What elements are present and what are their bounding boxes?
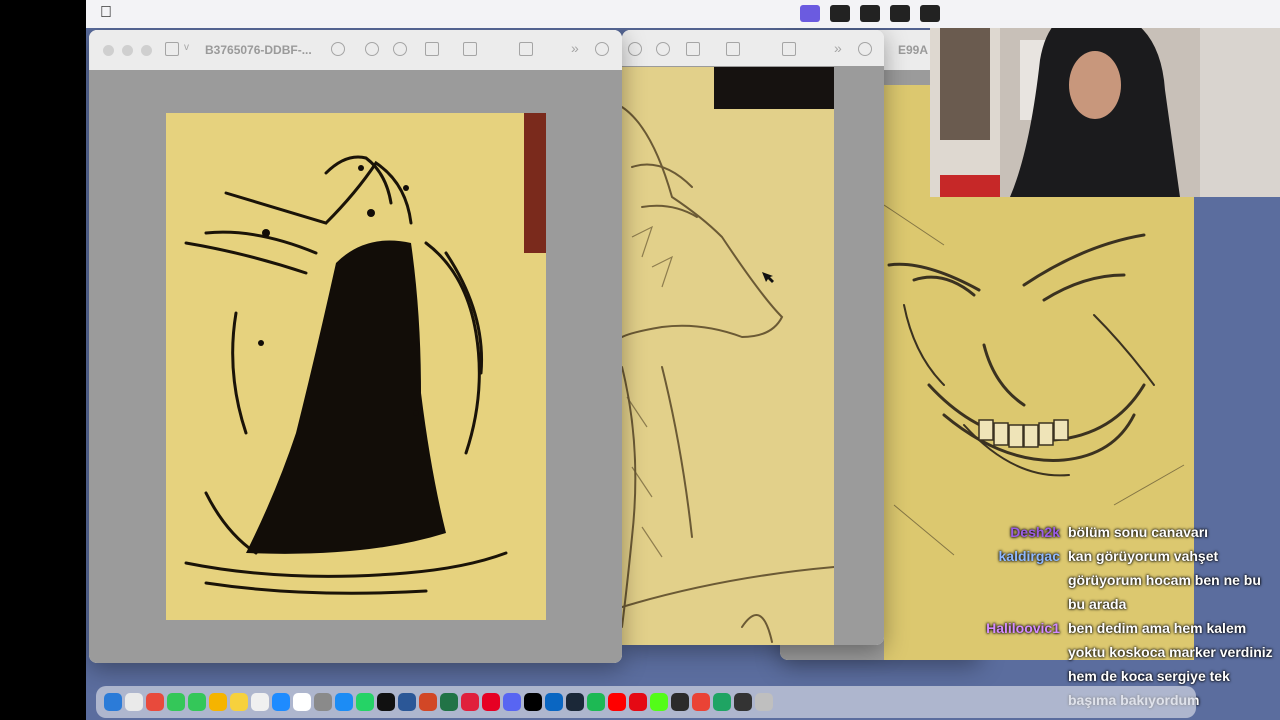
- pinterest-icon[interactable]: [482, 693, 500, 711]
- powerpoint-icon[interactable]: [419, 693, 437, 711]
- settings-icon[interactable]: [314, 693, 332, 711]
- spotify-icon[interactable]: [587, 693, 605, 711]
- close-window-icon[interactable]: [103, 45, 114, 56]
- kick-icon[interactable]: [650, 693, 668, 711]
- window-title: B3765076-DDBF-...: [205, 43, 312, 57]
- info-icon[interactable]: [331, 42, 345, 56]
- opera-icon[interactable]: [461, 693, 479, 711]
- facetime-icon[interactable]: [188, 693, 206, 711]
- chat-message: Desh2k bölüm sonu canavarı: [980, 520, 1276, 544]
- share-icon[interactable]: [425, 42, 439, 56]
- webcam-feed: [930, 0, 1280, 197]
- zoom-in-icon[interactable]: [393, 42, 407, 56]
- more-chevron-icon[interactable]: »: [834, 40, 842, 56]
- appstore-icon[interactable]: [335, 693, 353, 711]
- traffic-lights: [103, 45, 152, 56]
- youtube-icon[interactable]: [608, 693, 626, 711]
- window-toolbar: »: [622, 30, 884, 67]
- minimize-window-icon[interactable]: [122, 45, 133, 56]
- dragon-drawing: [622, 67, 834, 645]
- messages-icon[interactable]: [167, 693, 185, 711]
- chat-text: bölüm sonu canavarı: [1068, 524, 1209, 540]
- reminders-icon[interactable]: [251, 693, 269, 711]
- drive-icon[interactable]: [713, 693, 731, 711]
- chat-username: Haliloovic1: [986, 620, 1060, 636]
- apple-logo-icon[interactable]: : [100, 4, 112, 22]
- netflix-icon[interactable]: [629, 693, 647, 711]
- photos-icon[interactable]: [209, 693, 227, 711]
- fullscreen-window-icon[interactable]: [141, 45, 152, 56]
- photo-edge-strip: [524, 113, 546, 253]
- word-icon[interactable]: [398, 693, 416, 711]
- zoom-in-icon[interactable]: [656, 42, 670, 56]
- window-title: E99A: [898, 43, 929, 57]
- x-icon[interactable]: [524, 693, 542, 711]
- menu-bar-status-icons: [800, 5, 940, 22]
- safari-icon[interactable]: [272, 693, 290, 711]
- steam-icon[interactable]: [566, 693, 584, 711]
- photo-dark-corner: [714, 67, 834, 109]
- discord-icon[interactable]: [503, 693, 521, 711]
- menu-extra-icon[interactable]: [860, 5, 880, 22]
- monster-sketch: [184, 155, 508, 595]
- calendar-icon[interactable]: [293, 693, 311, 711]
- markup-icon[interactable]: [726, 42, 740, 56]
- dock: [96, 686, 1196, 718]
- mouse-cursor: [762, 272, 774, 283]
- trash-icon[interactable]: [755, 693, 773, 711]
- sidebar-toggle-icon[interactable]: [165, 42, 179, 56]
- launchpad-icon[interactable]: [125, 693, 143, 711]
- ink-monster-drawing: [166, 113, 546, 620]
- zoom-out-icon[interactable]: [365, 42, 379, 56]
- terminal-icon[interactable]: [734, 693, 752, 711]
- finder-icon[interactable]: [104, 693, 122, 711]
- volume-icon[interactable]: [920, 5, 940, 22]
- dragon-sketch: [622, 106, 834, 643]
- capcut-icon[interactable]: [377, 693, 395, 711]
- share-icon[interactable]: [686, 42, 700, 56]
- chrome-icon[interactable]: [146, 693, 164, 711]
- creative-cloud-icon[interactable]: [830, 5, 850, 22]
- chat-message: kaldirgac kan görüyorum vahşet görüyorum…: [980, 544, 1276, 616]
- search-icon[interactable]: [595, 42, 609, 56]
- whatsapp-icon[interactable]: [356, 693, 374, 711]
- chat-username: kaldirgac: [998, 548, 1060, 564]
- gmail-icon[interactable]: [692, 693, 710, 711]
- obs-icon[interactable]: [671, 693, 689, 711]
- display-icon[interactable]: [890, 5, 910, 22]
- webcam-overlay: [930, 0, 1280, 197]
- sidebar-chevron-icon[interactable]: v: [184, 42, 189, 53]
- chat-username: Desh2k: [1010, 524, 1060, 540]
- excel-icon[interactable]: [440, 693, 458, 711]
- window-toolbar: v B3765076-DDBF-... »: [89, 30, 622, 71]
- notes-icon[interactable]: [230, 693, 248, 711]
- search-icon[interactable]: [858, 42, 872, 56]
- chat-text: kan görüyorum vahşet görüyorum hocam ben…: [1068, 548, 1261, 612]
- markup-icon[interactable]: [463, 42, 477, 56]
- more-chevron-icon[interactable]: »: [571, 40, 579, 56]
- zoom-out-icon[interactable]: [628, 42, 642, 56]
- menu-bar: [86, 0, 1280, 28]
- stream-chat: Desh2k bölüm sonu canavarı kaldirgac kan…: [980, 520, 1276, 712]
- screen-mirroring-icon[interactable]: [800, 5, 820, 22]
- rotate-icon[interactable]: [782, 42, 796, 56]
- rotate-icon[interactable]: [519, 42, 533, 56]
- linkedin-icon[interactable]: [545, 693, 563, 711]
